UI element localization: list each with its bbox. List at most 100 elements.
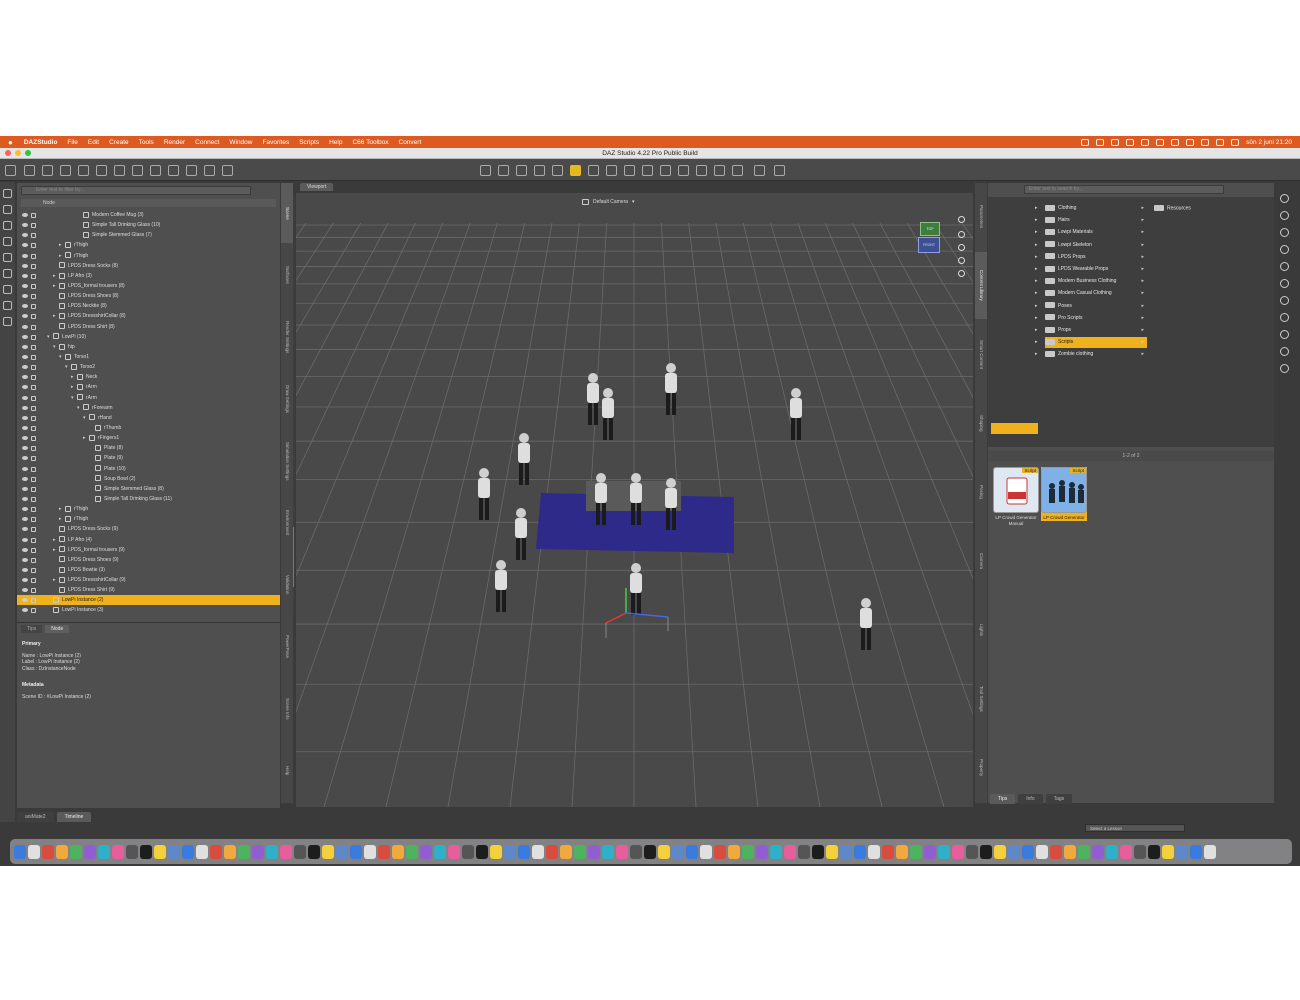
visibility-eye-icon[interactable]	[22, 415, 28, 420]
dock-app-icon[interactable]	[224, 844, 236, 859]
dock-app-icon[interactable]	[602, 844, 614, 859]
tool-icon[interactable]	[150, 165, 161, 176]
visibility-eye-icon[interactable]	[22, 456, 28, 461]
lock-icon[interactable]	[31, 507, 36, 513]
dock-app-icon[interactable]	[784, 844, 796, 859]
lock-icon[interactable]	[31, 517, 36, 523]
expand-arrow-icon[interactable]: ▸	[1035, 229, 1038, 235]
tool-icon[interactable]	[168, 165, 179, 176]
expand-arrow-icon[interactable]: ▸	[1035, 278, 1038, 284]
dock-app-icon[interactable]	[742, 844, 754, 859]
figure[interactable]	[515, 508, 527, 560]
merge-icon[interactable]	[3, 221, 12, 230]
figure[interactable]	[860, 598, 872, 650]
vtab-powerpose[interactable]: PowerPose	[281, 617, 293, 677]
dock-app-icon[interactable]	[952, 844, 964, 859]
vtab-posing[interactable]: Posing	[975, 459, 987, 526]
dock-app-icon[interactable]	[1148, 844, 1160, 859]
dock-app-icon[interactable]	[588, 844, 600, 859]
status-icon[interactable]	[1081, 138, 1090, 146]
dock-app-icon[interactable]	[1008, 844, 1020, 859]
scene-tree-row[interactable]: LowPi Instance (3)	[17, 605, 280, 615]
tab-info[interactable]: Info	[1018, 794, 1043, 804]
visibility-eye-icon[interactable]	[22, 375, 28, 380]
menu-tools[interactable]: Tools	[134, 139, 159, 146]
visibility-eye-icon[interactable]	[22, 324, 28, 329]
lock-icon[interactable]	[31, 243, 36, 249]
camera-selector[interactable]: Default Camera ▾	[582, 198, 635, 206]
dock-app-icon[interactable]	[770, 844, 782, 859]
dock-app-icon[interactable]	[294, 844, 306, 859]
library-folder[interactable]: LPDS Props ▸	[1045, 252, 1147, 263]
scene-tree-row[interactable]: ▸ rThigh	[17, 504, 280, 514]
dropbox-icon[interactable]	[1111, 138, 1120, 146]
library-folder[interactable]: Hairs ▸	[1045, 215, 1147, 226]
dock-app-icon[interactable]	[462, 844, 474, 859]
tool-icon[interactable]	[204, 165, 215, 176]
lock-icon[interactable]	[31, 436, 36, 442]
dock-app-icon[interactable]	[630, 844, 642, 859]
dock-app-icon[interactable]	[868, 844, 880, 859]
lock-icon[interactable]	[31, 567, 36, 573]
figure[interactable]	[602, 388, 614, 440]
lock-icon[interactable]	[31, 588, 36, 594]
dock-app-icon[interactable]	[560, 844, 572, 859]
menu-connect[interactable]: Connect	[190, 139, 224, 146]
tile-lp-crowd-generator[interactable]: Script LP Crowd Generator	[1041, 467, 1087, 521]
visibility-eye-icon[interactable]	[22, 537, 28, 542]
pointer-icon[interactable]	[516, 165, 527, 176]
scene-tree-row[interactable]: Simple Stemmed Glass (7)	[17, 230, 280, 240]
expand-arrow-icon[interactable]: ▸	[1035, 242, 1038, 248]
vtab-render-settings[interactable]: Render Settings	[281, 307, 293, 367]
search-icon[interactable]	[1216, 138, 1225, 146]
dock-app-icon[interactable]	[574, 844, 586, 859]
universal-tool-icon[interactable]	[498, 165, 509, 176]
vtab-content-library[interactable]: Content Library	[975, 251, 987, 319]
scene-tree-row[interactable]: LPDS Dress Shoes (8)	[17, 291, 280, 301]
lock-icon[interactable]	[31, 578, 36, 584]
dock-app-icon[interactable]	[98, 844, 110, 859]
redo-icon[interactable]	[3, 301, 12, 310]
dock-app-icon[interactable]	[476, 844, 488, 859]
scene-tree-row[interactable]: LowPi Instance (2)	[17, 595, 280, 606]
scene-tree-row[interactable]: LPDS Necktie (8)	[17, 301, 280, 311]
dock-app-icon[interactable]	[714, 844, 726, 859]
rotate-icon[interactable]	[534, 165, 545, 176]
tab-node[interactable]: Node	[45, 625, 70, 633]
scene-tree-row[interactable]: LPDS Dress Socks (8)	[17, 261, 280, 271]
dock-app-icon[interactable]	[308, 844, 320, 859]
dock-app-icon[interactable]	[406, 844, 418, 859]
tool-icon[interactable]	[114, 165, 125, 176]
control-center-icon[interactable]	[1231, 138, 1240, 146]
scene-tree-row[interactable]: ▸ rThigh	[17, 514, 280, 524]
dock-app-icon[interactable]	[1176, 844, 1188, 859]
scene-tree-row[interactable]: ▾ rArm	[17, 393, 280, 403]
lock-icon[interactable]	[31, 294, 36, 300]
tool-icon[interactable]	[1279, 347, 1289, 356]
visibility-eye-icon[interactable]	[22, 486, 28, 491]
tool-icon[interactable]	[1279, 262, 1289, 271]
visibility-eye-icon[interactable]	[22, 294, 28, 299]
scene-tree-row[interactable]: ▾ Torso1	[17, 352, 280, 362]
dock-app-icon[interactable]	[336, 844, 348, 859]
lock-icon[interactable]	[31, 233, 36, 239]
dock-app-icon[interactable]	[322, 844, 334, 859]
dock-app-icon[interactable]	[182, 844, 194, 859]
scene-tree-row[interactable]: ▸ LPDS DressshirtCollar (8)	[17, 311, 280, 321]
visibility-eye-icon[interactable]	[22, 425, 28, 430]
lock-icon[interactable]	[31, 608, 36, 614]
scene-tree-row[interactable]: Simple Tall Drinking Glass (10)	[17, 220, 280, 230]
expand-arrow-icon[interactable]: ▸	[1035, 303, 1038, 309]
tab-animate2[interactable]: aniMate2	[17, 812, 54, 822]
vtab-surfaces[interactable]: Surfaces	[281, 245, 293, 305]
visibility-eye-icon[interactable]	[22, 405, 28, 410]
library-folder[interactable]: Lowpi Materials ▸	[1045, 227, 1147, 238]
scene-tree-row[interactable]: ▾ hip	[17, 342, 280, 352]
visibility-eye-icon[interactable]	[22, 314, 28, 319]
dock-app-icon[interactable]	[14, 844, 26, 859]
lock-icon[interactable]	[31, 314, 36, 320]
lock-icon[interactable]	[31, 527, 36, 533]
scene-tree-row[interactable]: LPDS Bowtie (3)	[17, 565, 280, 575]
export-icon[interactable]	[3, 269, 12, 278]
dock-app-icon[interactable]	[1064, 844, 1076, 859]
